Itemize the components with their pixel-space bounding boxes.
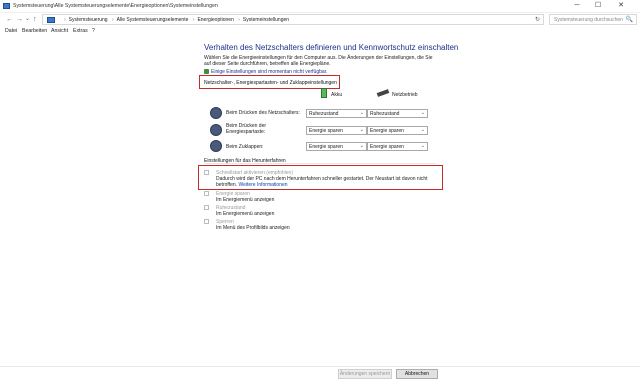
hibernate-menu-desc: Im Energiemenü anzeigen [216, 211, 275, 217]
forward-icon[interactable]: → [16, 15, 23, 24]
menu-bar: Datei Bearbeiten Ansicht Extras ? [0, 27, 640, 36]
power-button-icon [210, 107, 222, 119]
refresh-icon[interactable]: ↻ [535, 16, 540, 23]
menu-bearbeiten[interactable]: Bearbeiten [22, 28, 47, 34]
breadcrumb-separator: › [192, 17, 195, 23]
select-value: Energie sparen [370, 144, 404, 150]
select-value: Ruhezustand [309, 111, 339, 117]
shield-icon [204, 69, 209, 74]
select-value: Ruhezustand [370, 111, 400, 117]
menu-extras[interactable]: Extras [73, 28, 88, 34]
address-field[interactable]: › Systemsteuerung › Alle Systemsteuerungse… [42, 14, 544, 25]
column-ac: Netzbetrieb [392, 92, 418, 98]
window-title: Systemsteuerung\Alle Systemsteuerungsele… [13, 3, 218, 9]
recent-dropdown-icon[interactable]: ⌄ [25, 15, 30, 24]
row-label-sleep: Beim Drücken der Energiespartaste: [226, 123, 267, 135]
search-placeholder: Systemsteuerung durchsuchen [554, 17, 623, 23]
section-heading-buttons: Netzschalter-, Energiespartasten- und Zu… [204, 80, 337, 86]
page-title: Verhalten des Netzschalters definieren u… [204, 43, 459, 52]
breadcrumb-separator: › [238, 17, 240, 23]
fast-startup-description: Dadurch wird der PC nach dem Herunterfah… [216, 176, 438, 188]
search-input[interactable]: Systemsteuerung durchsuchen 🔍 [549, 14, 637, 25]
breadcrumb-separator: › [64, 17, 66, 23]
lid-battery-select[interactable]: Energie sparen ⌄ [306, 142, 367, 151]
menu-help[interactable]: ? [92, 28, 95, 34]
select-value: Energie sparen [309, 128, 343, 134]
chevron-down-icon: ⌄ [359, 110, 364, 116]
breadcrumb-item[interactable]: Energieoptionen [197, 17, 233, 23]
breadcrumb-item[interactable]: Alle Systemsteuerungselemente [117, 17, 189, 23]
menu-datei[interactable]: Datei [5, 28, 17, 34]
lock-menu-checkbox[interactable] [204, 219, 209, 224]
power-ac-select[interactable]: Ruhezustand ⌄ [367, 109, 428, 118]
breadcrumb-item[interactable]: Systemsteuerung [69, 17, 108, 23]
address-bar-row: ← → ⌄ ↑ › Systemsteuerung › Alle Systemste… [0, 13, 640, 26]
select-value: Energie sparen [370, 128, 404, 134]
up-icon[interactable]: ↑ [33, 15, 37, 24]
chevron-down-icon: ⌄ [420, 110, 425, 116]
control-panel-icon [47, 17, 55, 23]
fast-startup-checkbox[interactable] [204, 170, 209, 175]
back-icon[interactable]: ← [6, 15, 13, 24]
breadcrumb: › Systemsteuerung › Alle Systemsteuerungse… [61, 17, 289, 23]
sleep-ac-select[interactable]: Energie sparen ⌄ [367, 126, 428, 135]
breadcrumb-item[interactable]: Systemeinstellungen [243, 17, 289, 23]
maximize-button[interactable]: ☐ [589, 0, 607, 12]
search-icon[interactable]: 🔍 [626, 16, 633, 23]
chevron-down-icon: ⌄ [359, 127, 364, 133]
chevron-down-icon: ⌄ [420, 143, 425, 149]
title-bar: Systemsteuerung\Alle Systemsteuerungsele… [0, 0, 640, 13]
sleep-battery-select[interactable]: Energie sparen ⌄ [306, 126, 367, 135]
column-battery: Akku [331, 92, 343, 98]
chevron-down-icon: ⌄ [420, 127, 425, 133]
more-info-link[interactable]: Weitere Informationen [238, 182, 287, 188]
footer-divider [0, 366, 640, 367]
save-changes-button[interactable]: Änderungen speichern [338, 369, 392, 379]
power-plug-icon [376, 89, 390, 97]
divider [204, 163, 436, 164]
select-value: Energie sparen [309, 144, 343, 150]
sleep-menu-checkbox[interactable] [204, 191, 209, 196]
hibernate-menu-checkbox[interactable] [204, 205, 209, 210]
lid-ac-select[interactable]: Energie sparen ⌄ [367, 142, 428, 151]
battery-icon [321, 88, 327, 98]
lock-menu-desc: Im Menü des Profilbilds anzeigen [216, 225, 290, 231]
sleep-button-icon [210, 124, 222, 136]
close-button[interactable]: ✕ [612, 0, 630, 12]
cancel-button[interactable]: Abbrechen [396, 369, 438, 379]
row-label-power: Beim Drücken des Netzschalters: [226, 110, 300, 116]
minimize-button[interactable]: ─ [568, 0, 586, 12]
lid-icon [210, 140, 222, 152]
row-label-lid: Beim Zuklappen: [226, 144, 264, 150]
sleep-menu-desc: Im Energiemenü anzeigen [216, 197, 275, 203]
intro-text: Wählen Sie die Energieeinstellungen für … [204, 55, 433, 67]
menu-ansicht[interactable]: Ansicht [51, 28, 68, 34]
chevron-down-icon: ⌄ [359, 143, 364, 149]
breadcrumb-separator: › [111, 17, 114, 23]
power-battery-select[interactable]: Ruhezustand ⌄ [306, 109, 367, 118]
control-panel-icon [3, 3, 10, 9]
